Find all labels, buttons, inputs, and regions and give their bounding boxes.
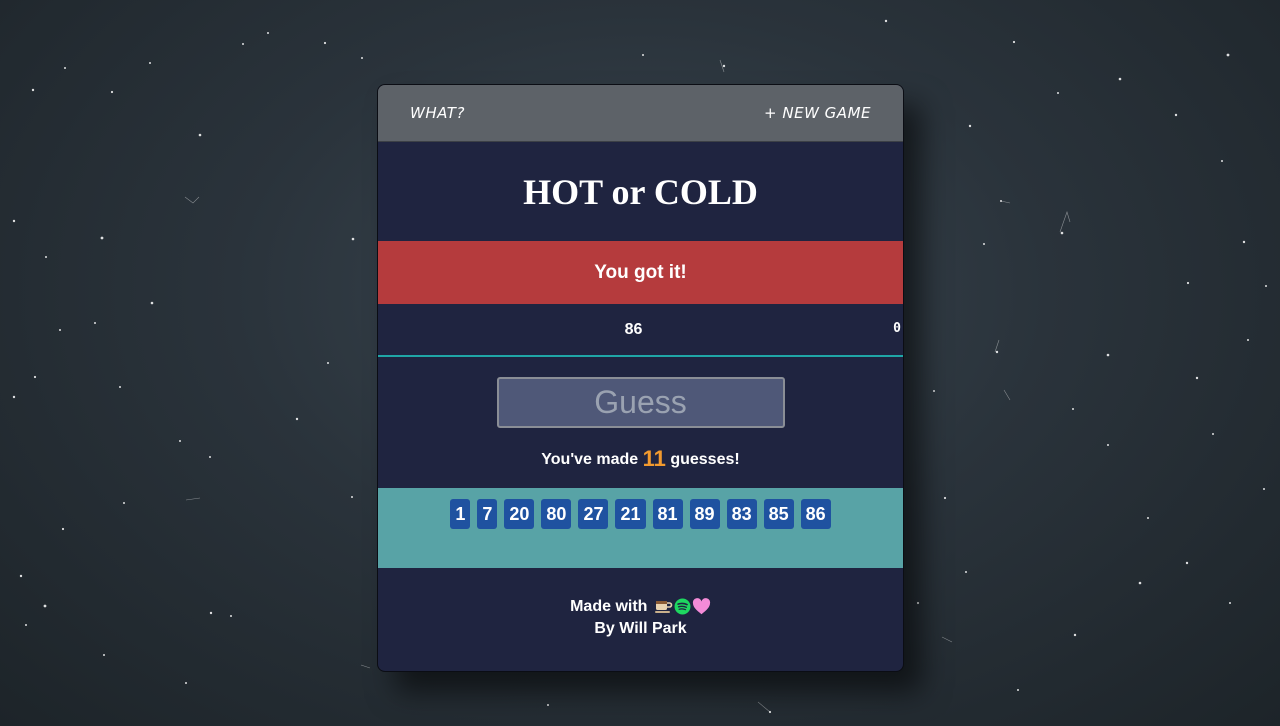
guess-chip: 7 [477,499,498,529]
what-link[interactable]: WHAT? [410,104,465,122]
guess-chip: 80 [541,499,572,529]
current-number: 86 [624,320,643,338]
guess-count-line: You've made 11 guesses! [378,446,903,471]
game-card: WHAT? + NEW GAME HOT or COLD You got it!… [377,84,904,672]
guess-chip: 21 [615,499,646,529]
side-value: 0 [893,321,901,336]
spotify-icon [674,598,691,614]
guess-chip: 83 [726,499,757,529]
page-title: HOT or COLD [523,171,758,212]
current-number-row: 86 0 [378,304,903,357]
guess-chip: 20 [504,499,535,529]
made-with-label: Made with [570,598,648,615]
guess-count: 11 [642,446,666,471]
guess-chip: 1 [450,499,471,529]
guess-input[interactable] [496,377,785,428]
heart-icon [692,597,710,614]
guess-count-prefix: You've made [541,451,639,468]
made-with-line: Made with [378,596,903,618]
guess-chip: 81 [652,499,683,529]
guess-chip: 27 [578,499,609,529]
guess-count-suffix: guesses! [670,451,740,468]
top-nav: WHAT? + NEW GAME [378,85,903,142]
footer: Made with By Will Park [378,596,903,640]
guess-history: 1 7 20 80 27 21 81 89 83 85 86 [378,488,903,568]
new-game-link[interactable]: + NEW GAME [764,104,871,122]
coffee-icon [654,601,673,613]
author-line: By Will Park [594,620,687,637]
guess-chip: 86 [800,499,831,529]
guess-chip: 89 [689,499,720,529]
guess-chip: 85 [763,499,794,529]
feedback-banner: You got it! [378,241,903,304]
made-with-icons [654,597,711,615]
guess-form [378,357,903,428]
